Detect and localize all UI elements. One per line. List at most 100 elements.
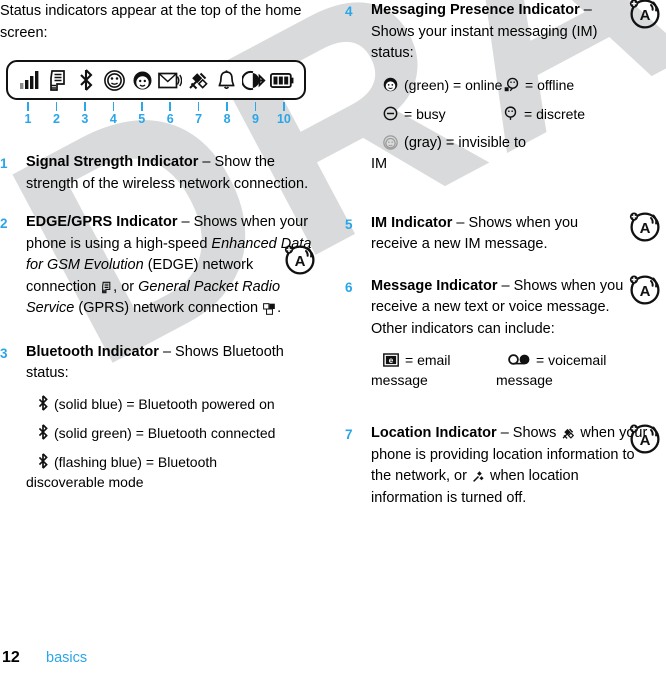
status-bar-number-row: 1 2 3 4 5 6 7 8 9 10	[6, 112, 306, 126]
item-number: 6	[345, 279, 353, 295]
presence-discrete-icon	[503, 104, 518, 123]
figure-label-2: 2	[52, 112, 60, 126]
presence-invisible-icon	[383, 133, 398, 152]
bluetooth-states-list: (solid blue) = Bluetooth powered on (sol…	[26, 394, 320, 492]
state-label: = offline	[525, 76, 575, 93]
list-item: 3 Bluetooth Indicator – Shows Bluetooth …	[0, 342, 320, 501]
bluetooth-icon	[74, 67, 98, 93]
item-body: Bluetooth Indicator – Shows Bluetooth st…	[26, 342, 320, 501]
note-tip-icon: A	[626, 207, 662, 243]
list-item: = discrete	[503, 104, 623, 124]
battery-icon	[270, 67, 294, 93]
location-off-icon	[472, 470, 485, 483]
list-item: 4 Messaging Presence Indicator – Shows y…	[345, 0, 665, 185]
presence-col-right: = offline = discrete	[503, 75, 623, 133]
item-number: 4	[345, 4, 353, 19]
list-item: e = email message	[371, 350, 508, 390]
list-item: 1 Signal Strength Indicator – Show the s…	[0, 152, 320, 195]
tick-10	[272, 102, 296, 111]
figure-label-4: 4	[109, 112, 117, 126]
list-item: 6 Message Indicator – Shows when you rec…	[345, 274, 665, 400]
figure-label-10: 10	[276, 112, 291, 126]
messaging-presence-icon	[102, 67, 126, 93]
location-satellite-icon	[561, 427, 575, 440]
tick-7	[187, 102, 211, 111]
state-label: = discrete	[524, 105, 586, 122]
type-label-cont: message	[371, 372, 428, 388]
item-text-3: , or	[113, 278, 139, 295]
svg-text:A: A	[640, 432, 651, 449]
item-dash: –	[198, 154, 215, 170]
intro-paragraph: Status indicators appear at the top of t…	[0, 3, 302, 41]
list-item: (solid green) = Bluetooth connected	[38, 423, 320, 443]
state-label: (green) = online	[404, 76, 503, 93]
item-number: 5	[345, 216, 353, 232]
svg-text:A: A	[640, 7, 651, 24]
tick-9	[244, 102, 268, 111]
page-number: 12	[2, 649, 20, 666]
gprs-icon	[263, 303, 276, 315]
message-types-grid: e = email message = voicemail message	[371, 350, 633, 399]
item-dash: –	[497, 277, 514, 294]
bluetooth-icon	[38, 394, 48, 413]
location-satellite-icon	[186, 67, 210, 93]
state-label: (solid green) = Bluetooth connected	[54, 424, 276, 441]
ringer-bell-icon	[214, 67, 238, 93]
list-item: = busy	[383, 104, 503, 124]
edge-gprs-icon	[46, 67, 70, 93]
state-label: (solid blue) = Bluetooth powered on	[54, 395, 275, 412]
figure-label-5: 5	[138, 112, 146, 126]
section-name: basics	[46, 650, 88, 666]
presence-col-left: (green) = online = busy	[383, 75, 503, 133]
item-text-4: (GPRS) network connection	[74, 300, 263, 316]
item-text-5: .	[277, 300, 282, 316]
bluetooth-icon	[38, 423, 48, 442]
item-text: Shows your instant messaging (IM) status…	[371, 23, 598, 62]
list-item: = voicemail message	[496, 350, 633, 390]
item-number: 1	[0, 156, 8, 171]
status-bar-tick-row	[6, 102, 306, 111]
list-item: 7 Location Indicator – Shows when your p…	[345, 423, 665, 509]
list-item: (green) = online	[383, 75, 503, 95]
right-column: 4 Messaging Presence Indicator – Shows y…	[345, 0, 665, 509]
note-tip-icon: A	[281, 240, 317, 276]
type-label-cont: message	[496, 372, 553, 388]
item-title: Messaging Presence Indicator	[371, 2, 580, 18]
type-label: = email	[405, 352, 451, 368]
email-icon: e	[383, 350, 399, 369]
note-tip-icon: A	[626, 419, 662, 455]
figure-label-1: 1	[24, 112, 32, 126]
item-dash: –	[177, 214, 194, 230]
signal-strength-icon	[18, 67, 42, 93]
presence-states-grid: (green) = online = busy = offline = disc…	[371, 75, 623, 176]
svg-text:A: A	[295, 253, 306, 270]
figure-label-9: 9	[252, 112, 259, 126]
note-tip-icon: A	[626, 0, 662, 30]
left-column: Status indicators appear at the top of t…	[0, 0, 320, 501]
item-body: Signal Strength Indicator – Show the str…	[26, 152, 320, 195]
item-number: 7	[345, 427, 353, 442]
item-title: Message Indicator	[371, 277, 498, 294]
state-label: (flashing blue) = Bluetooth	[54, 453, 218, 470]
list-item: = offline	[503, 75, 623, 95]
tick-2	[44, 102, 68, 111]
status-bar-strip	[6, 60, 306, 100]
item-body: EDGE/GPRS Indicator – Shows when your ph…	[26, 212, 320, 320]
item-title: Bluetooth Indicator	[26, 343, 159, 360]
message-col-left: e = email message	[371, 350, 508, 399]
list-item: (gray) = invisible to IM	[371, 133, 623, 176]
item-dash: –	[496, 425, 513, 441]
tick-5	[130, 102, 154, 111]
list-item: 5 IM Indicator – Shows when you receive …	[345, 211, 665, 256]
bluetooth-icon	[38, 452, 48, 471]
note-tip-icon: A	[626, 270, 662, 306]
state-label: (gray) = invisible to	[404, 134, 527, 151]
item-body: Messaging Presence Indicator – Shows you…	[371, 0, 623, 185]
item-title: Location Indicator	[371, 425, 497, 441]
figure-label-7: 7	[195, 112, 203, 126]
svg-text:A: A	[640, 283, 651, 300]
message-col-right: = voicemail message	[496, 350, 633, 399]
im-icon	[130, 67, 154, 93]
figure-label-6: 6	[166, 112, 174, 126]
status-bar-illustration: 1 2 3 4 5 6 7 8 9 10	[6, 60, 306, 126]
